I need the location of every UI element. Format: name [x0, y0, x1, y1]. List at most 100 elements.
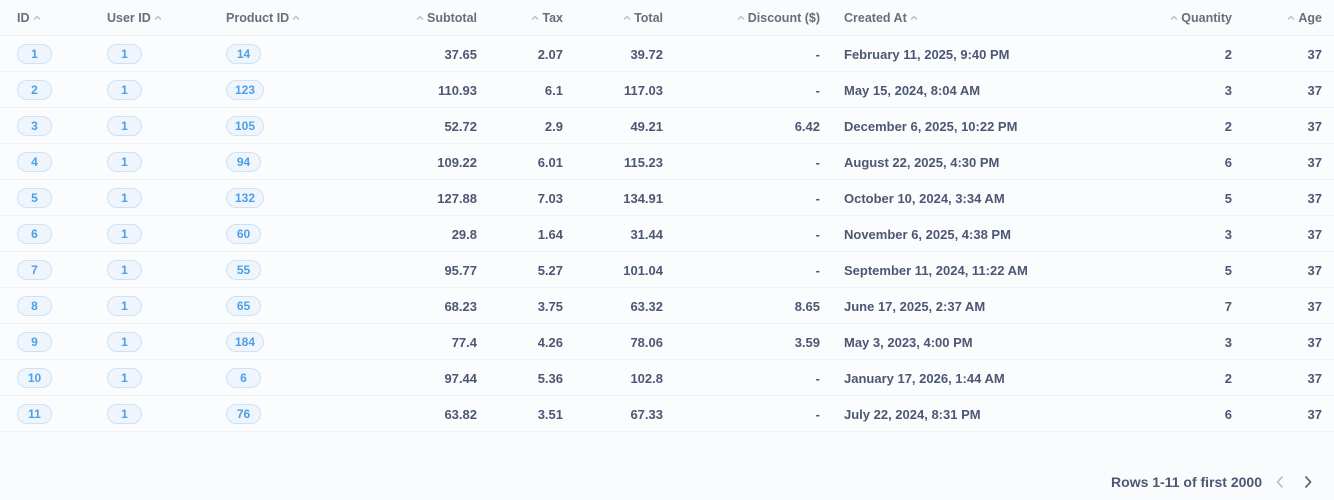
cell-tax: 5.36 [537, 370, 563, 386]
cell-tax: 1.64 [537, 226, 563, 242]
cell-discount: 6.42 [794, 118, 820, 134]
id-link[interactable]: 1 [17, 44, 52, 64]
column-header-label: Created At [844, 11, 907, 25]
cell-discount: - [815, 154, 820, 170]
chevron-right-icon[interactable] [1298, 472, 1318, 492]
cell-id: 2 [17, 72, 52, 108]
table-header: ID User ID Product ID Subtotal Tax Total… [0, 0, 1334, 36]
column-header-quantity[interactable]: Quantity [1167, 0, 1232, 36]
cell-quantity: 5 [1224, 190, 1232, 206]
column-header-total[interactable]: Total [620, 0, 663, 36]
user-id-link[interactable]: 1 [107, 152, 142, 172]
id-link[interactable]: 2 [17, 80, 52, 100]
cell-id: 10 [17, 360, 52, 396]
id-link[interactable]: 9 [17, 332, 52, 352]
cell-quantity: 6 [1224, 406, 1232, 422]
product-id-link[interactable]: 184 [226, 332, 265, 352]
user-id-link[interactable]: 1 [107, 116, 142, 136]
column-header-label: Tax [542, 11, 563, 25]
column-header-user-id[interactable]: User ID [107, 0, 165, 36]
product-id-link[interactable]: 105 [226, 116, 265, 136]
product-id-link[interactable]: 123 [226, 80, 265, 100]
chevron-left-icon[interactable] [1270, 472, 1290, 492]
column-header-discount[interactable]: Discount ($) [734, 0, 820, 36]
cell-age: 37 [1307, 82, 1322, 98]
user-id-link[interactable]: 1 [107, 332, 142, 352]
user-id-link[interactable]: 1 [107, 44, 142, 64]
product-id-link[interactable]: 14 [226, 44, 261, 64]
column-header-age[interactable]: Age [1284, 0, 1322, 36]
cell-subtotal: 29.8 [451, 226, 477, 242]
cell-quantity: 3 [1224, 334, 1232, 350]
cell-subtotal: 109.22 [437, 154, 477, 170]
cell-user-id: 1 [107, 324, 142, 360]
cell-quantity: 5 [1224, 262, 1232, 278]
cell-product-id: 105 [226, 108, 265, 144]
user-id-link[interactable]: 1 [107, 260, 142, 280]
column-header-created-at[interactable]: Created At [844, 0, 921, 36]
id-link[interactable]: 7 [17, 260, 52, 280]
cell-subtotal: 110.93 [437, 82, 477, 98]
product-id-link[interactable]: 132 [226, 188, 265, 208]
column-header-id[interactable]: ID [17, 0, 44, 36]
column-header-label: Quantity [1181, 11, 1232, 25]
chevron-up-icon [415, 13, 425, 23]
cell-user-id: 1 [107, 108, 142, 144]
column-header-label: User ID [107, 11, 151, 25]
id-link[interactable]: 6 [17, 224, 52, 244]
column-header-subtotal[interactable]: Subtotal [413, 0, 477, 36]
cell-created-at: July 22, 2024, 8:31 PM [844, 406, 981, 422]
row-count-label: Rows 1-11 of first 2000 [1111, 474, 1262, 490]
user-id-link[interactable]: 1 [107, 404, 142, 424]
id-link[interactable]: 8 [17, 296, 52, 316]
product-id-link[interactable]: 6 [226, 368, 261, 388]
user-id-link[interactable]: 1 [107, 224, 142, 244]
cell-tax: 4.26 [537, 334, 563, 350]
product-id-link[interactable]: 94 [226, 152, 261, 172]
chevron-up-icon [736, 13, 746, 23]
cell-id: 4 [17, 144, 52, 180]
cell-total: 31.44 [630, 226, 663, 242]
cell-quantity: 3 [1224, 226, 1232, 242]
user-id-link[interactable]: 1 [107, 296, 142, 316]
cell-discount: - [815, 262, 820, 278]
id-link[interactable]: 5 [17, 188, 52, 208]
cell-age: 37 [1307, 46, 1322, 62]
product-id-link[interactable]: 55 [226, 260, 261, 280]
user-id-link[interactable]: 1 [107, 188, 142, 208]
user-id-link[interactable]: 1 [107, 368, 142, 388]
id-link[interactable]: 10 [17, 368, 52, 388]
cell-discount: - [815, 370, 820, 386]
cell-product-id: 55 [226, 252, 261, 288]
cell-total: 67.33 [630, 406, 663, 422]
id-link[interactable]: 3 [17, 116, 52, 136]
cell-quantity: 6 [1224, 154, 1232, 170]
cell-total: 134.91 [623, 190, 663, 206]
column-header-tax[interactable]: Tax [528, 0, 563, 36]
id-link[interactable]: 4 [17, 152, 52, 172]
cell-age: 37 [1307, 190, 1322, 206]
cell-tax: 2.07 [537, 46, 563, 62]
cell-product-id: 184 [226, 324, 265, 360]
cell-age: 37 [1307, 334, 1322, 350]
cell-subtotal: 68.23 [444, 298, 477, 314]
cell-quantity: 2 [1224, 46, 1232, 62]
product-id-link[interactable]: 76 [226, 404, 261, 424]
cell-user-id: 1 [107, 180, 142, 216]
product-id-link[interactable]: 65 [226, 296, 261, 316]
cell-user-id: 1 [107, 252, 142, 288]
product-id-link[interactable]: 60 [226, 224, 261, 244]
column-header-label: Product ID [226, 11, 290, 25]
cell-id: 9 [17, 324, 52, 360]
cell-subtotal: 77.4 [451, 334, 477, 350]
cell-subtotal: 95.77 [444, 262, 477, 278]
cell-id: 3 [17, 108, 52, 144]
id-link[interactable]: 11 [17, 404, 52, 424]
column-header-product-id[interactable]: Product ID [226, 0, 303, 36]
cell-created-at: May 3, 2023, 4:00 PM [844, 334, 973, 350]
user-id-link[interactable]: 1 [107, 80, 142, 100]
table-row: 7 1 55 95.77 5.27 101.04 - September 11, 2024, … [0, 252, 1334, 288]
cell-total: 102.8 [630, 370, 663, 386]
cell-tax: 6.01 [537, 154, 563, 170]
cell-user-id: 1 [107, 396, 142, 432]
